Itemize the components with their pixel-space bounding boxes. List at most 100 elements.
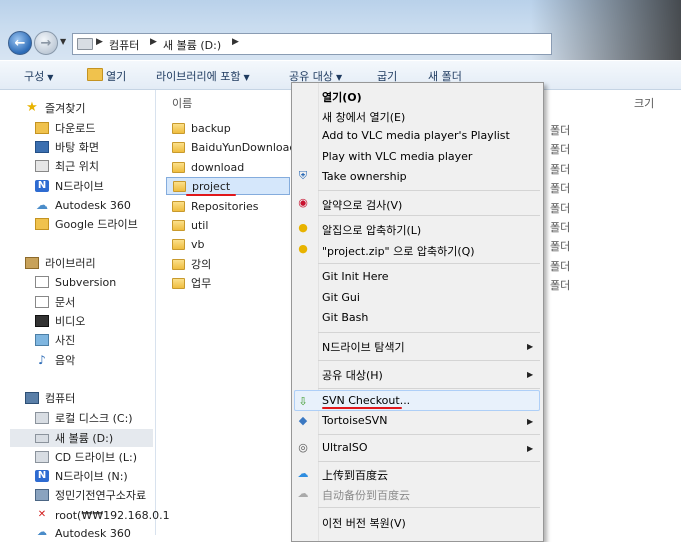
menu-item-tortoise-svn[interactable]: TortoiseSVN: [322, 414, 387, 427]
nav-item-cd-drive[interactable]: CD 드라이브 (L:): [35, 448, 137, 466]
pictures-icon: [35, 334, 49, 346]
nav-item-pictures[interactable]: 사진: [35, 331, 75, 349]
include-library-button[interactable]: 라이브러리에 포함 ▼: [156, 68, 250, 84]
nav-item-ndrive[interactable]: N N드라이브: [35, 177, 104, 195]
menu-separator: [318, 434, 540, 435]
computer-icon: [25, 392, 39, 404]
menu-item-ultraiso[interactable]: UltraISO: [322, 441, 368, 454]
nav-computer[interactable]: 컴퓨터: [25, 389, 75, 407]
star-icon: ★: [26, 100, 38, 115]
menu-item-alzip-compress[interactable]: 알집으로 압축하기(L): [322, 222, 421, 238]
annotation-underline: [322, 407, 402, 409]
nav-libraries[interactable]: 라이브러리: [25, 254, 96, 272]
folder-icon: [172, 141, 185, 153]
nav-item-root-share[interactable]: ✕ root(₩₩192.168.0.1: [35, 506, 170, 524]
column-header-name[interactable]: 이름: [172, 95, 192, 111]
file-row[interactable]: util: [172, 216, 208, 234]
file-name: 강의: [191, 258, 212, 271]
file-row[interactable]: 업무: [172, 274, 211, 292]
menu-item-git-init[interactable]: Git Init Here: [322, 270, 389, 283]
menu-separator: [318, 461, 540, 462]
forward-button[interactable]: →: [34, 31, 58, 55]
file-type-cell: 폴더: [550, 260, 571, 273]
nav-item-network-share[interactable]: 정민기전연구소자료: [35, 486, 146, 504]
file-row[interactable]: BaiduYunDownload: [172, 138, 296, 156]
nav-item-drive-c[interactable]: 로컬 디스크 (C:): [35, 409, 133, 427]
menu-item-alyac-scan[interactable]: 알약으로 검사(V): [322, 197, 402, 213]
menu-item-open-new-window[interactable]: 새 창에서 열기(E): [322, 109, 405, 125]
nav-label: Autodesk 360: [55, 526, 131, 540]
file-row-selected[interactable]: project: [166, 177, 290, 195]
nav-item-music[interactable]: ♪ 음악: [35, 351, 75, 369]
nav-label: 로컬 디스크 (C:): [55, 412, 133, 425]
organize-label: 구성: [24, 70, 45, 83]
folder-icon: [173, 180, 186, 192]
nav-item-drive-d[interactable]: 새 볼륨 (D:): [10, 429, 153, 447]
nav-item-autodesk[interactable]: ☁ Autodesk 360: [35, 196, 131, 214]
breadcrumb-computer[interactable]: 컴퓨터: [109, 37, 139, 53]
nav-item-google-drive[interactable]: Google 드라이브: [35, 215, 138, 233]
nav-label: 바탕 화면: [55, 141, 99, 154]
file-name: 업무: [191, 277, 212, 290]
file-row[interactable]: backup: [172, 119, 231, 137]
baidu-cloud-icon: ☁: [297, 466, 309, 480]
open-folder-icon: [87, 68, 103, 81]
menu-item-vlc-add-playlist[interactable]: Add to VLC media player's Playlist: [322, 129, 510, 142]
file-row[interactable]: vb: [172, 235, 205, 253]
nav-item-documents[interactable]: 문서: [35, 293, 75, 311]
menu-item-baidu-backup[interactable]: 自动备份到百度云: [322, 487, 410, 503]
menu-item-svn-checkout[interactable]: SVN Checkout...: [322, 394, 410, 407]
nav-item-downloads[interactable]: 다운로드: [35, 119, 95, 137]
nav-item-subversion[interactable]: Subversion: [35, 273, 116, 291]
file-row[interactable]: Repositories: [172, 197, 259, 215]
nav-label: 즐겨찾기: [45, 102, 86, 115]
nav-item-desktop[interactable]: 바탕 화면: [35, 138, 99, 156]
menu-item-alzip-compress-zip[interactable]: "project.zip" 으로 압축하기(Q): [322, 243, 475, 259]
menu-separator: [318, 215, 540, 216]
file-row[interactable]: download: [172, 158, 244, 176]
menu-item-git-gui[interactable]: Git Gui: [322, 291, 360, 304]
menu-item-share-with[interactable]: 공유 대상(H): [322, 367, 383, 383]
alzip-icon: ●: [298, 241, 308, 255]
forward-arrow-icon: →: [40, 35, 52, 51]
open-button[interactable]: 열기: [106, 68, 126, 84]
back-button[interactable]: ←: [8, 31, 32, 55]
history-dropdown-icon[interactable]: ▼: [60, 37, 66, 46]
nav-label: 음악: [55, 354, 76, 367]
nav-item-autodesk-360[interactable]: ☁ Autodesk 360: [35, 524, 131, 542]
column-header-size[interactable]: 크기: [634, 95, 654, 111]
nav-item-recent[interactable]: 최근 위치: [35, 157, 99, 175]
menu-item-open[interactable]: 열기(O): [322, 89, 362, 105]
menu-item-git-bash[interactable]: Git Bash: [322, 311, 368, 324]
nav-label: 문서: [55, 296, 76, 309]
menu-item-ndrive-explorer[interactable]: N드라이브 탐색기: [322, 339, 405, 355]
nav-label: 비디오: [55, 315, 86, 328]
file-type-cell: 폴더: [550, 124, 571, 137]
organize-button[interactable]: 구성 ▼: [24, 68, 53, 84]
nav-label: 다운로드: [55, 122, 96, 135]
nav-item-videos[interactable]: 비디오: [35, 312, 85, 330]
breadcrumb-volume-d[interactable]: 새 볼륨 (D:): [163, 37, 221, 53]
menu-item-take-ownership[interactable]: Take ownership: [322, 170, 407, 183]
menu-item-vlc-play[interactable]: Play with VLC media player: [322, 150, 472, 163]
menu-item-restore-previous[interactable]: 이전 버전 복원(V): [322, 515, 406, 531]
file-row[interactable]: 강의: [172, 255, 211, 273]
folder-icon: [172, 258, 185, 270]
google-drive-folder-icon: [35, 218, 49, 230]
submenu-arrow-icon: ▶: [527, 417, 534, 426]
folder-icon: [172, 238, 185, 250]
nav-favorites[interactable]: ★ 즐겨찾기: [25, 99, 85, 117]
ultraiso-disc-icon: ◎: [298, 440, 308, 454]
menu-item-baidu-upload[interactable]: 上传到百度云: [322, 467, 388, 483]
submenu-arrow-icon: ▶: [527, 342, 534, 351]
volume-icon: [35, 433, 49, 443]
file-type-cell: 폴더: [550, 163, 571, 176]
file-type-cell: 폴더: [550, 143, 571, 156]
menu-icon-gutter: [318, 83, 319, 541]
address-bar[interactable]: [72, 33, 552, 55]
file-name: vb: [191, 237, 205, 251]
nav-item-ndrive-n[interactable]: N N드라이브 (N:): [35, 467, 128, 485]
nav-label: Google 드라이브: [55, 218, 138, 231]
nav-label: 정민기전연구소자료: [55, 489, 147, 502]
file-type-cell: 폴더: [550, 182, 571, 195]
